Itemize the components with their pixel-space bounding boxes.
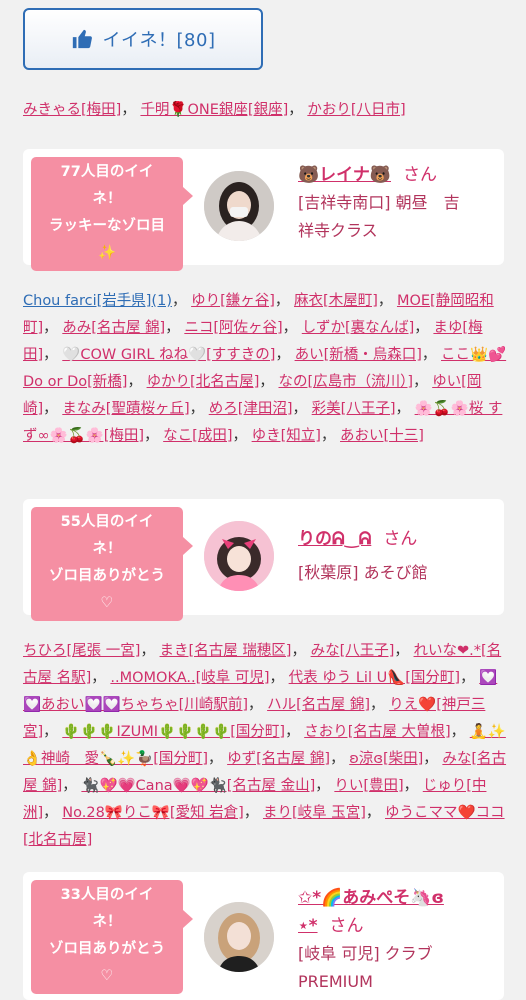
- list-item[interactable]: Chou farci[岩手県](1): [23, 293, 172, 309]
- user-name-link[interactable]: ✩*🌈あみぺそ🦄ɞ: [298, 888, 444, 908]
- like-button[interactable]: イイネ！[80]: [23, 8, 263, 70]
- shop-name: PREMIUM: [298, 972, 373, 991]
- milestone-badge: 55人目のイイ ネ！ ゾロ目ありがとう ♡: [31, 507, 193, 621]
- avatar[interactable]: [204, 902, 274, 972]
- list-item[interactable]: ちひろ[尾張 一宮]: [23, 643, 140, 659]
- list-item[interactable]: みきゃる[梅田]: [23, 102, 121, 118]
- list-item[interactable]: No.28🎀りこ🎀[愛知 岩倉]: [62, 805, 244, 821]
- list-item[interactable]: 代表 ゆう Lil U👠[国分町]: [289, 670, 460, 686]
- list-item[interactable]: まり[岐阜 玉宮]: [263, 805, 366, 821]
- milestone-card: 33人目のイイ ネ！ ゾロ目ありがとう ♡ ✩*🌈あみぺそ🦄ɞ ⋆* さん [岐阜…: [23, 872, 504, 1000]
- like-user-list-3: ちひろ[尾張 一宮]， まき[名古屋 瑞穂区]， みな[八王子]， れいな❤︎.…: [23, 643, 507, 848]
- list-item[interactable]: ..MOMOKA..[岐阜 可児]: [110, 670, 269, 686]
- list-item[interactable]: まなみ[聖蹟桜ヶ丘]: [62, 401, 189, 417]
- list-item[interactable]: まき[名古屋 瑞穂区]: [160, 643, 292, 659]
- milestone-card: 55人目のイイ ネ！ ゾロ目ありがとう ♡ りのᕱ‿ᕱ さん [秋葉原] あそび館: [23, 499, 504, 621]
- list-item[interactable]: 彩美[八王子]: [312, 401, 396, 417]
- list-item[interactable]: あい[新橋・烏森口]: [295, 347, 422, 363]
- list-item[interactable]: ゆき[知立]: [252, 428, 321, 444]
- list-item[interactable]: みな[八王子]: [311, 643, 395, 659]
- shop-name: [秋葉原] あそび館: [298, 563, 428, 582]
- list-item[interactable]: 千明🌹ONE銀座[銀座]: [140, 102, 288, 118]
- list-item[interactable]: ゆかり[北名古屋]: [147, 374, 260, 390]
- list-item[interactable]: めろ[津田沼]: [209, 401, 293, 417]
- list-item[interactable]: りい[豊田]: [334, 778, 403, 794]
- shop-name: 祥寺クラス: [298, 221, 378, 240]
- list-item[interactable]: ゆり[鎌ヶ谷]: [191, 293, 275, 309]
- like-user-list-2: Chou farci[岩手県](1)， ゆり[鎌ヶ谷]， 麻衣[木屋町]， MO…: [23, 293, 507, 444]
- list-item[interactable]: ハル[名古屋 錦]: [267, 697, 370, 713]
- avatar[interactable]: [204, 171, 274, 241]
- like-button-label: イイネ！[80]: [102, 30, 216, 51]
- list-item[interactable]: ゆず[名古屋 錦]: [227, 751, 330, 767]
- user-name-link[interactable]: 🐻レイナ🐻: [298, 165, 391, 185]
- list-item[interactable]: かおり[八日市]: [307, 102, 405, 118]
- list-item[interactable]: あみ[名古屋 錦]: [62, 320, 165, 336]
- list-item[interactable]: ニコ[阿佐ヶ谷]: [184, 320, 282, 336]
- list-item[interactable]: 🌵🌵🌵IZUMI🌵🌵🌵🌵[国分町]: [62, 724, 285, 740]
- list-item[interactable]: しずか[裏なんば]: [302, 320, 415, 336]
- list-item[interactable]: あおい[十三]: [340, 428, 424, 444]
- list-item[interactable]: 麻衣[木屋町]: [294, 293, 378, 309]
- like-user-list-top: みきゃる[梅田]， 千明🌹ONE銀座[銀座]， かおり[八日市]: [23, 102, 406, 118]
- list-item[interactable]: ʚ涼ɞ[柴田]: [349, 751, 423, 767]
- milestone-badge: 33人目のイイ ネ！ ゾロ目ありがとう ♡: [31, 880, 193, 994]
- user-info: りのᕱ‿ᕱ さん [秋葉原] あそび館: [298, 525, 496, 587]
- user-name-link[interactable]: ⋆*: [298, 916, 318, 936]
- shop-name: [吉祥寺南口] 朝昼 吉: [298, 193, 460, 212]
- list-item[interactable]: 🤍COW GIRL ねね🤍[すすきの]: [62, 347, 275, 363]
- avatar[interactable]: [204, 521, 274, 591]
- list-item[interactable]: 🐈‍⬛💖💗Cana💗💖🐈‍⬛[名古屋 金山]: [81, 778, 315, 794]
- thumbs-up-icon: [72, 29, 92, 49]
- milestone-badge: 77人目のイイ ネ！ ラッキーなゾロ目 ✨: [31, 157, 193, 271]
- list-item[interactable]: なこ[成田]: [163, 428, 232, 444]
- user-info: ✩*🌈あみぺそ🦄ɞ ⋆* さん [岐阜 可児] クラブ PREMIUM: [298, 884, 496, 996]
- user-info: 🐻レイナ🐻 さん [吉祥寺南口] 朝昼 吉 祥寺クラス: [298, 161, 496, 245]
- milestone-card: 77人目のイイ ネ！ ラッキーなゾロ目 ✨ 🐻レイナ🐻 さん [吉祥寺南口] 朝昼…: [23, 149, 504, 271]
- shop-name: [岐阜 可児] クラブ: [298, 944, 433, 963]
- user-name-link[interactable]: りのᕱ‿ᕱ: [298, 529, 371, 549]
- list-item[interactable]: さおり[名古屋 大曽根]: [304, 724, 450, 740]
- list-item[interactable]: なの[広島市（流川）]: [279, 374, 414, 390]
